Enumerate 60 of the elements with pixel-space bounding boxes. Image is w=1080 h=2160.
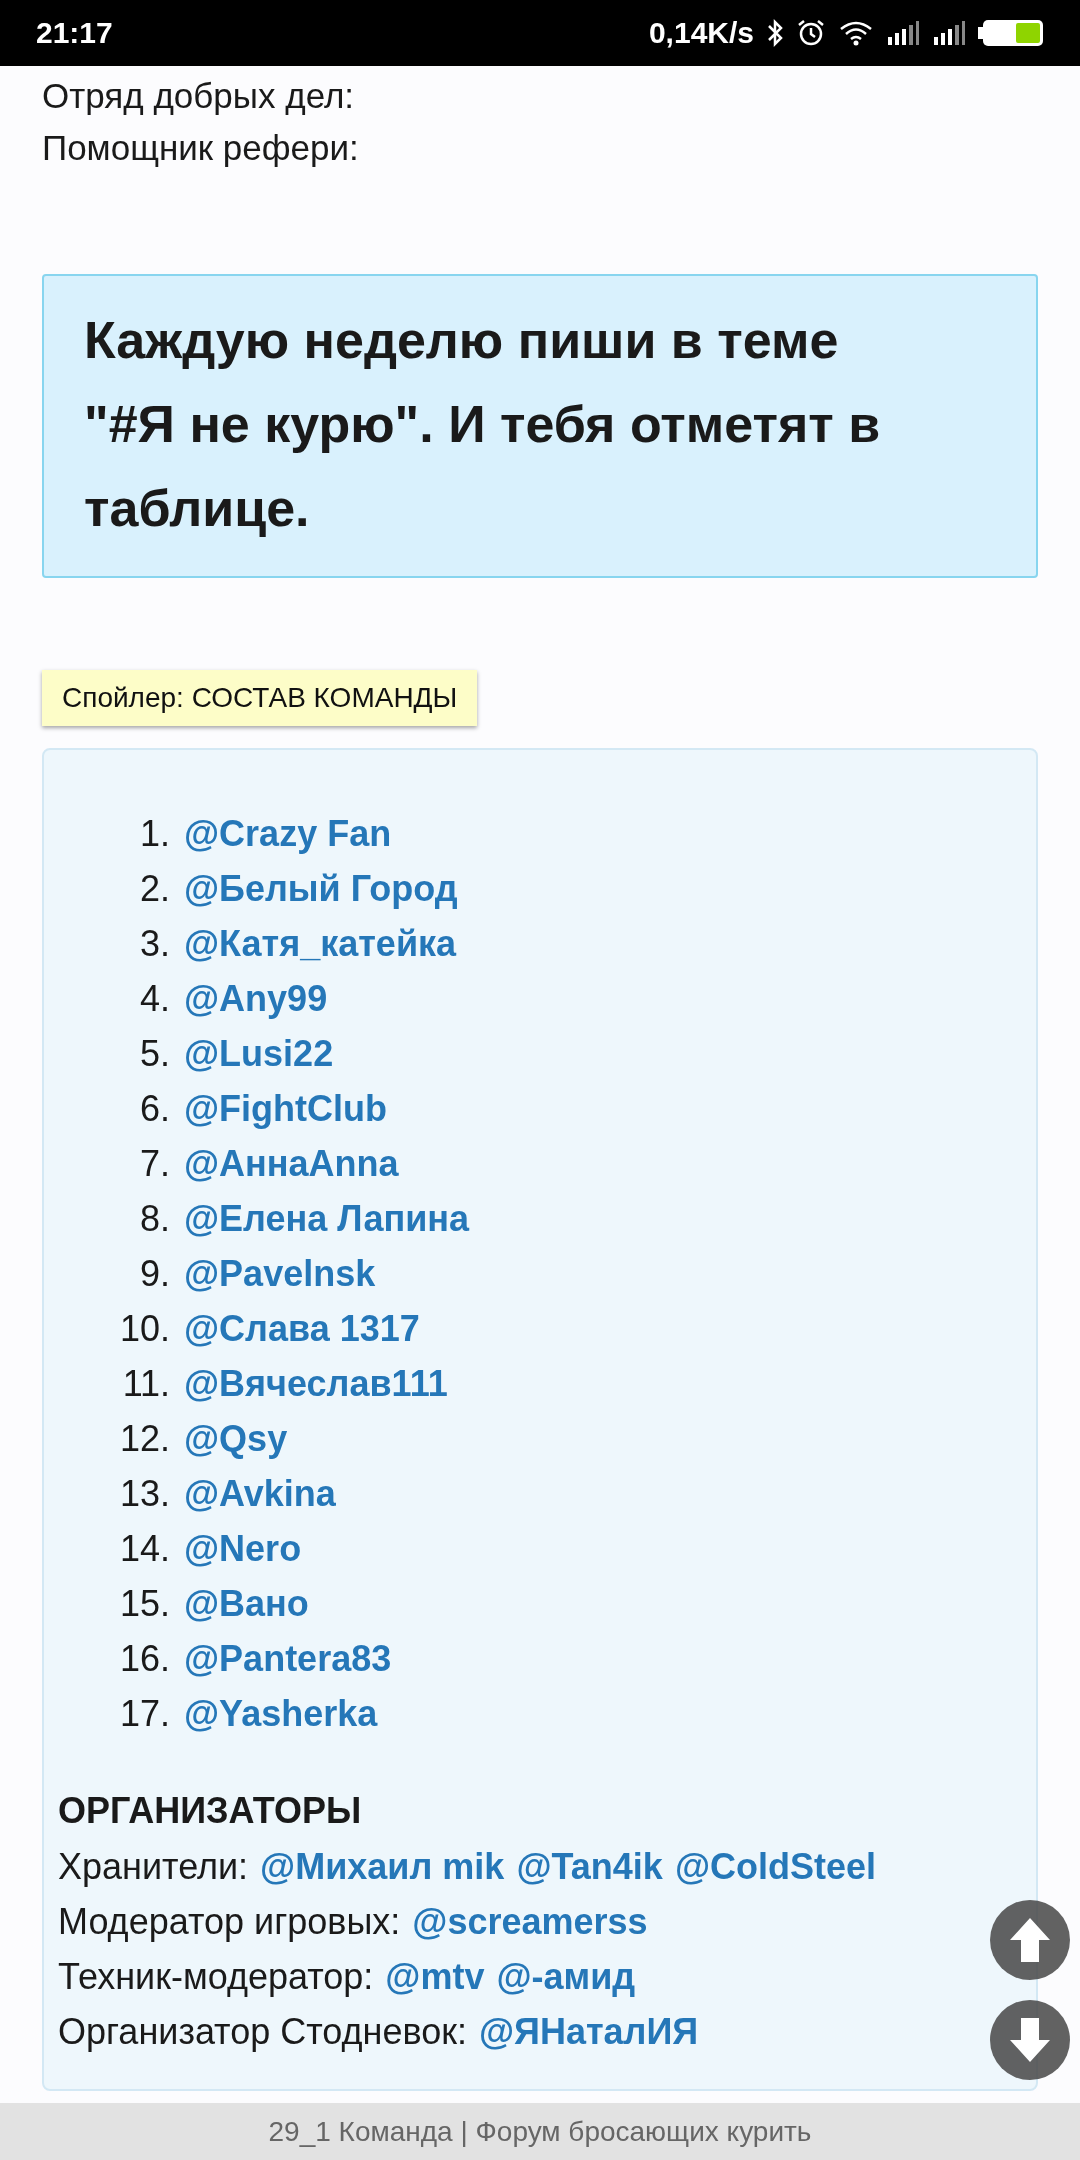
role-label: Хранители: (58, 1845, 249, 1889)
network-speed: 0,14K/s (648, 16, 754, 50)
member-link[interactable]: @Crazy Fan (184, 806, 392, 861)
arrow-down-icon (1008, 2016, 1052, 2064)
user-link[interactable]: @-амид (496, 1949, 636, 2004)
member-link[interactable]: @АннаAnna (184, 1136, 399, 1191)
spoiler-button[interactable]: Спойлер: СОСТАВ КОМАНДЫ (42, 670, 478, 726)
list-number: 4. (138, 977, 171, 1021)
bluetooth-icon (766, 18, 784, 48)
signal-icon (886, 19, 920, 47)
list-number: 8. (138, 1197, 171, 1241)
user-link[interactable]: @screamerss (412, 1894, 648, 1949)
page-title: 29_1 Команда | Форум бросающих курить (268, 2115, 812, 2148)
list-number: 15. (118, 1582, 171, 1626)
user-link[interactable]: @ЯНаталИЯ (478, 2004, 699, 2059)
user-link[interactable]: @ColdSteel (674, 1839, 876, 1894)
member-link[interactable]: @Nero (184, 1521, 302, 1576)
list-number: 13. (118, 1472, 171, 1516)
role-label: Модератор игровых: (58, 1900, 401, 1944)
list-number: 5. (138, 1032, 171, 1076)
list-number: 6. (138, 1087, 171, 1131)
member-link[interactable]: @Yasherka (184, 1686, 378, 1741)
user-link[interactable]: @mtv (385, 1949, 485, 2004)
section-heading: ОРГАНИЗАТОРЫ (58, 1789, 362, 1833)
member-link[interactable]: @Pavelnsk (184, 1246, 376, 1301)
arrow-up-icon (1008, 1916, 1052, 1964)
list-number: 3. (138, 922, 171, 966)
list-number: 9. (138, 1252, 171, 1296)
member-link[interactable]: @FightClub (184, 1081, 388, 1136)
member-link[interactable]: @Елена Лапина (184, 1191, 470, 1246)
member-link[interactable]: @Any99 (184, 971, 328, 1026)
list-number: 11. (121, 1362, 171, 1406)
role-label: Техник-модератор: (58, 1955, 374, 1999)
list-number: 12. (118, 1417, 171, 1461)
alarm-clock-icon (796, 18, 826, 48)
member-link[interactable]: @Слава 1317 (184, 1301, 420, 1356)
clock-time: 21:17 (36, 16, 113, 50)
member-link[interactable]: @Вячеслав111 (184, 1356, 448, 1411)
member-link[interactable]: @Белый Город (184, 861, 458, 916)
role-label: Помощник рефери: (42, 127, 359, 169)
list-number: 10. (118, 1307, 171, 1351)
role-label: Отряд добрых дел: (42, 75, 355, 117)
user-link[interactable]: @Tan4ik (516, 1839, 663, 1894)
list-number: 1. (138, 812, 171, 856)
role-label: Организатор Стодневок: (58, 2010, 467, 2054)
member-link[interactable]: @Вано (184, 1576, 309, 1631)
list-number: 16. (118, 1637, 171, 1681)
member-link[interactable]: @Pantera83 (184, 1631, 392, 1686)
member-link[interactable]: @Qsy (184, 1411, 288, 1466)
member-link[interactable]: @Катя_катейка (184, 916, 457, 971)
list-number: 17. (118, 1692, 171, 1736)
member-link[interactable]: @Avkina (184, 1466, 336, 1521)
battery-icon (978, 18, 1044, 48)
user-link[interactable]: @Михаил mik (260, 1839, 505, 1894)
list-number: 2. (138, 867, 171, 911)
list-number: 7. (138, 1142, 171, 1186)
signal-icon (932, 19, 966, 47)
notice-text: Каждую неделю пиши в теме "#Я не курю". И тебя отметят в таблице. (84, 310, 882, 539)
list-number: 14. (118, 1527, 171, 1571)
member-link[interactable]: @Lusi22 (184, 1026, 334, 1081)
